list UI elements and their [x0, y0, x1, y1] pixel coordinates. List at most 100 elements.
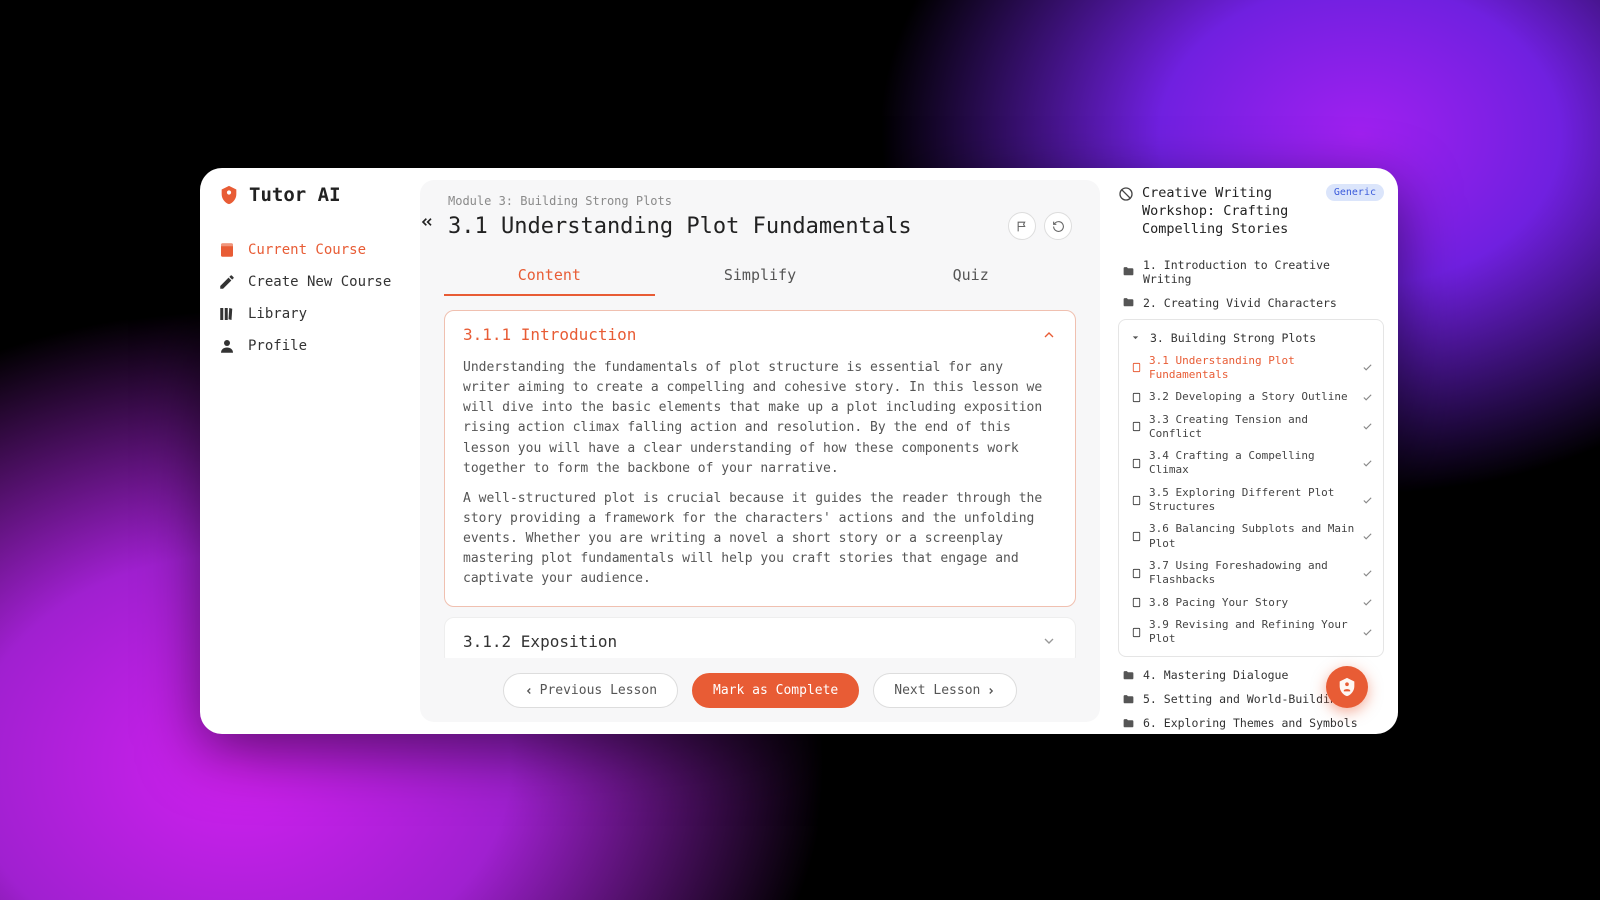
course-badge: Generic: [1326, 184, 1384, 201]
main-header: Module 3: Building Strong Plots 3.1 Unde…: [420, 194, 1100, 240]
brand-name: Tutor AI: [249, 184, 341, 206]
check-icon: [1362, 531, 1373, 542]
footer-nav: Previous Lesson Mark as Complete Next Le…: [420, 658, 1100, 708]
lesson-row[interactable]: 3.7 Using Foreshadowing and Flashbacks: [1125, 555, 1377, 592]
tab-content[interactable]: Content: [444, 256, 655, 296]
sidebar-left: Tutor AI Current Course Create New Course…: [200, 168, 420, 734]
file-icon: [1131, 392, 1142, 403]
nav-item-create-new-course[interactable]: Create New Course: [218, 266, 402, 298]
chevron-down-icon: [1041, 327, 1057, 343]
nav-item-library[interactable]: Library: [218, 298, 402, 330]
check-icon: [1362, 458, 1373, 469]
lesson-row[interactable]: 3.5 Exploring Different Plot Structures: [1125, 482, 1377, 519]
next-label: Next Lesson: [894, 683, 980, 698]
section-0: 3.1.1 Introduction Understanding the fund…: [444, 310, 1076, 607]
file-icon: [1131, 531, 1142, 542]
lesson-row[interactable]: 3.4 Crafting a Compelling Climax: [1125, 445, 1377, 482]
nav-label: Create New Course: [248, 274, 391, 290]
check-icon: [1362, 568, 1373, 579]
book-icon: [218, 241, 236, 259]
tab-quiz[interactable]: Quiz: [865, 256, 1076, 296]
lesson-title: 3.1 Understanding Plot Fundamentals: [448, 214, 912, 239]
file-icon: [1131, 495, 1142, 506]
lesson-label: 3.3 Creating Tension and Conflict: [1149, 413, 1355, 442]
section-header[interactable]: 3.1.1 Introduction: [445, 311, 1075, 358]
module-row[interactable]: 1. Introduction to Creative Writing: [1118, 253, 1384, 291]
lesson-row[interactable]: 3.9 Revising and Refining Your Plot: [1125, 614, 1377, 651]
folder-icon: [1122, 296, 1135, 309]
lesson-label: 3.8 Pacing Your Story: [1149, 596, 1355, 610]
next-lesson-button[interactable]: Next Lesson: [873, 673, 1017, 708]
lesson-row[interactable]: 3.2 Developing a Story Outline: [1125, 386, 1377, 408]
section-title: 3.1.1 Introduction: [463, 325, 636, 344]
lesson-row[interactable]: 3.8 Pacing Your Story: [1125, 592, 1377, 614]
lesson-title-row: 3.1 Understanding Plot Fundamentals: [448, 212, 1072, 240]
collapse-sidebar-button[interactable]: [416, 211, 438, 233]
section-title: 3.1.2 Exposition: [463, 632, 617, 651]
file-icon: [1131, 597, 1142, 608]
lesson-label: 3.5 Exploring Different Plot Structures: [1149, 486, 1355, 515]
lesson-label: 3.9 Revising and Refining Your Plot: [1149, 618, 1355, 647]
body-paragraph: A well-structured plot is crucial becaus…: [463, 489, 1057, 590]
previous-lesson-button[interactable]: Previous Lesson: [503, 673, 678, 708]
nav-label: Current Course: [248, 242, 366, 258]
module-label: 4. Mastering Dialogue: [1143, 668, 1288, 682]
module-label: 1. Introduction to Creative Writing: [1143, 258, 1380, 286]
flag-button[interactable]: [1008, 212, 1036, 240]
module-label: 3. Building Strong Plots: [1150, 331, 1316, 345]
header-actions: [1008, 212, 1072, 240]
module-row[interactable]: 2. Creating Vivid Characters: [1118, 291, 1384, 315]
section-1: 3.1.2 Exposition: [444, 617, 1076, 658]
help-fab-button[interactable]: [1326, 666, 1368, 708]
module-breadcrumb: Module 3: Building Strong Plots: [448, 194, 1072, 208]
file-icon: [1131, 362, 1142, 373]
check-icon: [1362, 627, 1373, 638]
nav-item-current-course[interactable]: Current Course: [218, 234, 402, 266]
section-header[interactable]: 3.1.2 Exposition: [445, 618, 1075, 658]
mark-complete-button[interactable]: Mark as Complete: [692, 673, 859, 708]
lesson-label: 3.1 Understanding Plot Fundamentals: [1149, 354, 1355, 383]
body-paragraph: Understanding the fundamentals of plot s…: [463, 358, 1057, 479]
caret-down-icon: [1129, 331, 1142, 344]
person-icon: [218, 337, 236, 355]
nav-label: Profile: [248, 338, 307, 354]
folder-icon: [1122, 693, 1135, 706]
lesson-label: 3.2 Developing a Story Outline: [1149, 390, 1355, 404]
module-label: 6. Exploring Themes and Symbols: [1143, 716, 1358, 730]
books-icon: [218, 305, 236, 323]
course-header: Creative Writing Workshop: Crafting Comp…: [1118, 184, 1384, 239]
module-expanded: 3. Building Strong Plots 3.1 Understandin…: [1118, 319, 1384, 658]
lesson-label: 3.4 Crafting a Compelling Climax: [1149, 449, 1355, 478]
refresh-button[interactable]: [1044, 212, 1072, 240]
module-row[interactable]: 3. Building Strong Plots: [1125, 326, 1377, 350]
nav-item-profile[interactable]: Profile: [218, 330, 402, 362]
tabs: Content Simplify Quiz: [420, 256, 1100, 296]
check-icon: [1362, 495, 1373, 506]
section-body: Understanding the fundamentals of plot s…: [445, 358, 1075, 606]
shield-icon: [218, 184, 240, 206]
brand: Tutor AI: [218, 184, 402, 206]
globe-slash-icon: [1118, 186, 1134, 202]
chevron-down-icon: [1041, 633, 1057, 649]
pencil-icon: [218, 273, 236, 291]
file-icon: [1131, 627, 1142, 638]
nav-label: Library: [248, 306, 307, 322]
content-scroll[interactable]: 3.1.1 Introduction Understanding the fund…: [420, 296, 1100, 658]
folder-icon: [1122, 717, 1135, 730]
lesson-row[interactable]: 3.3 Creating Tension and Conflict: [1125, 409, 1377, 446]
app-window: Tutor AI Current Course Create New Course…: [200, 168, 1398, 734]
module-label: 5. Setting and World-Building: [1143, 692, 1344, 706]
tab-simplify[interactable]: Simplify: [655, 256, 866, 296]
lesson-row[interactable]: 3.1 Understanding Plot Fundamentals: [1125, 350, 1377, 387]
module-row[interactable]: 6. Exploring Themes and Symbols: [1118, 711, 1384, 734]
module-label: 2. Creating Vivid Characters: [1143, 296, 1337, 310]
file-icon: [1131, 458, 1142, 469]
file-icon: [1131, 421, 1142, 432]
check-icon: [1362, 597, 1373, 608]
sidebar-right: Creative Writing Workshop: Crafting Comp…: [1108, 168, 1398, 734]
prev-label: Previous Lesson: [540, 683, 657, 698]
course-title: Creative Writing Workshop: Crafting Comp…: [1142, 184, 1318, 239]
folder-icon: [1122, 265, 1135, 278]
lesson-row[interactable]: 3.6 Balancing Subplots and Main Plot: [1125, 518, 1377, 555]
main-panel: Module 3: Building Strong Plots 3.1 Unde…: [420, 180, 1100, 722]
